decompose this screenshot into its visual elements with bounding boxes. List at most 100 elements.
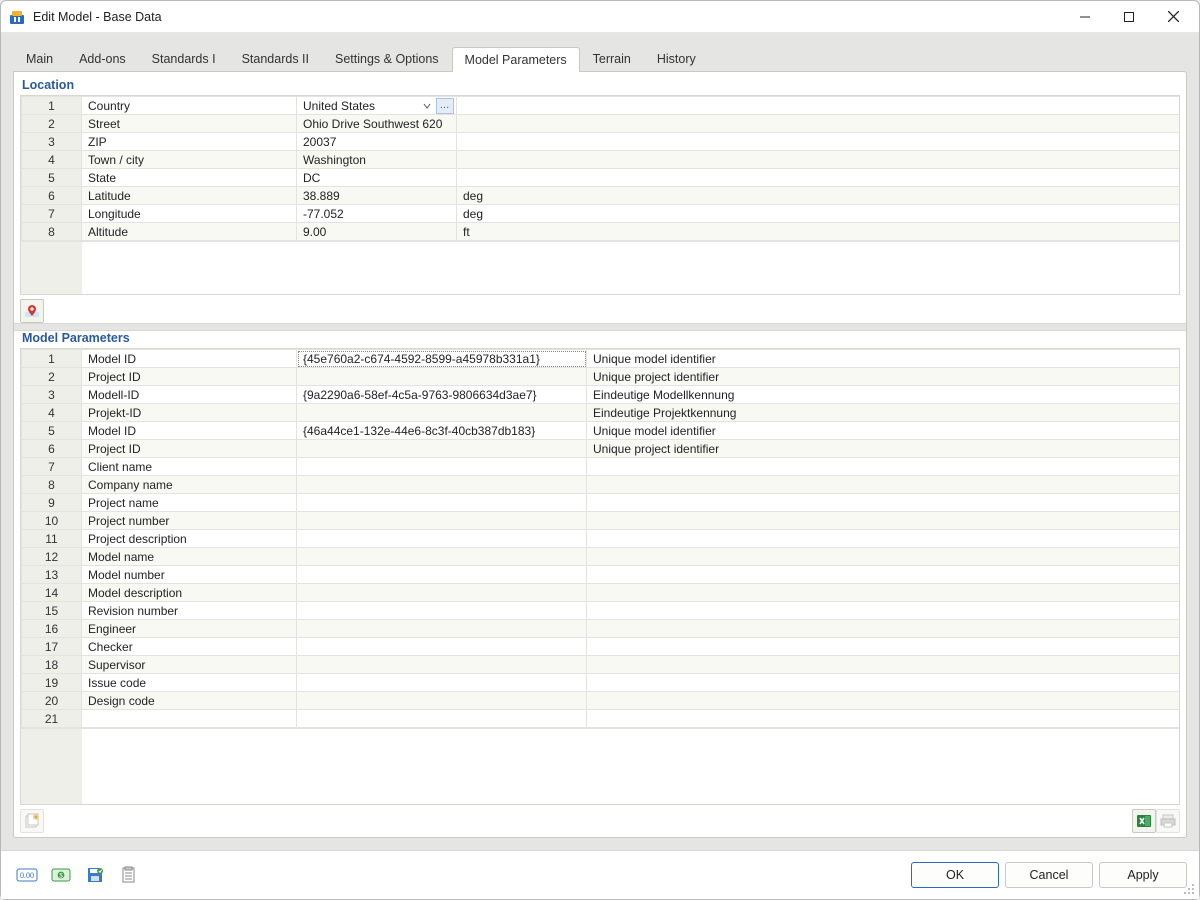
parameter-row[interactable]: 19Issue code bbox=[22, 674, 1180, 692]
parameter-row[interactable]: 14Model description bbox=[22, 584, 1180, 602]
print-button[interactable] bbox=[1156, 809, 1180, 833]
parameter-row[interactable]: 20Design code bbox=[22, 692, 1180, 710]
tab-standards-i[interactable]: Standards I bbox=[139, 46, 229, 71]
parameter-row[interactable]: 16Engineer bbox=[22, 620, 1180, 638]
parameter-value[interactable] bbox=[297, 638, 587, 656]
parameter-value[interactable] bbox=[297, 692, 587, 710]
horizontal-splitter[interactable] bbox=[14, 323, 1186, 331]
parameter-description bbox=[587, 476, 1180, 494]
location-grid[interactable]: 1CountryUnited States…2StreetOhio Drive … bbox=[21, 96, 1179, 241]
row-value[interactable]: -77.052 bbox=[297, 205, 457, 223]
location-row[interactable]: 1CountryUnited States… bbox=[22, 97, 1180, 115]
maximize-button[interactable] bbox=[1107, 2, 1151, 32]
row-unit: ft bbox=[457, 223, 1180, 241]
location-row[interactable]: 2StreetOhio Drive Southwest 620 bbox=[22, 115, 1180, 133]
parameter-row[interactable]: 3Modell-ID{9a2290a6-58ef-4c5a-9763-98066… bbox=[22, 386, 1180, 404]
parameter-row[interactable]: 4Projekt-IDEindeutige Projektkennung bbox=[22, 404, 1180, 422]
parameter-value[interactable] bbox=[297, 566, 587, 584]
parameter-description bbox=[587, 584, 1180, 602]
parameter-value[interactable] bbox=[297, 548, 587, 566]
location-row[interactable]: 8Altitude9.00ft bbox=[22, 223, 1180, 241]
tab-history[interactable]: History bbox=[644, 46, 709, 71]
location-row[interactable]: 3ZIP20037 bbox=[22, 133, 1180, 151]
parameter-value[interactable]: {9a2290a6-58ef-4c5a-9763-9806634d3ae7} bbox=[297, 386, 587, 404]
parameter-description bbox=[587, 602, 1180, 620]
parameter-value[interactable] bbox=[297, 584, 587, 602]
save-button[interactable] bbox=[81, 862, 109, 888]
parameter-value[interactable] bbox=[297, 710, 587, 728]
parameter-row[interactable]: 6Project IDUnique project identifier bbox=[22, 440, 1180, 458]
row-value[interactable]: United States… bbox=[297, 97, 457, 115]
parameter-row[interactable]: 5Model ID{46a44ce1-132e-44e6-8c3f-40cb38… bbox=[22, 422, 1180, 440]
row-number: 4 bbox=[22, 151, 82, 169]
new-parameter-button[interactable] bbox=[20, 809, 44, 833]
row-value[interactable]: DC bbox=[297, 169, 457, 187]
parameter-row[interactable]: 10Project number bbox=[22, 512, 1180, 530]
parameter-value[interactable] bbox=[297, 476, 587, 494]
parameter-row[interactable]: 17Checker bbox=[22, 638, 1180, 656]
row-number: 3 bbox=[22, 386, 82, 404]
parameter-name: Project description bbox=[82, 530, 297, 548]
row-number: 6 bbox=[22, 440, 82, 458]
parameter-value[interactable] bbox=[297, 494, 587, 512]
parameter-value[interactable] bbox=[297, 602, 587, 620]
tab-add-ons[interactable]: Add-ons bbox=[66, 46, 139, 71]
location-row[interactable]: 5StateDC bbox=[22, 169, 1180, 187]
country-more-button[interactable]: … bbox=[436, 98, 454, 114]
cancel-button[interactable]: Cancel bbox=[1005, 862, 1093, 888]
row-label: Longitude bbox=[82, 205, 297, 223]
parameter-row[interactable]: 12Model name bbox=[22, 548, 1180, 566]
row-value[interactable]: Ohio Drive Southwest 620 bbox=[297, 115, 457, 133]
row-value[interactable]: 20037 bbox=[297, 133, 457, 151]
map-pin-button[interactable] bbox=[20, 299, 44, 323]
parameter-row[interactable]: 8Company name bbox=[22, 476, 1180, 494]
parameter-value[interactable] bbox=[297, 674, 587, 692]
tab-settings-options[interactable]: Settings & Options bbox=[322, 46, 452, 71]
parameter-row[interactable]: 1Model ID{45e760a2-c674-4592-8599-a45978… bbox=[22, 350, 1180, 368]
export-excel-button[interactable] bbox=[1132, 809, 1156, 833]
parameter-row[interactable]: 18Supervisor bbox=[22, 656, 1180, 674]
parameter-row[interactable]: 2Project IDUnique project identifier bbox=[22, 368, 1180, 386]
parameter-description bbox=[587, 530, 1180, 548]
parameter-value[interactable]: {46a44ce1-132e-44e6-8c3f-40cb387db183} bbox=[297, 422, 587, 440]
parameter-value[interactable] bbox=[297, 404, 587, 422]
parameter-value[interactable]: {45e760a2-c674-4592-8599-a45978b331a1} bbox=[297, 350, 587, 368]
country-dropdown[interactable]: United States bbox=[303, 98, 434, 114]
row-value[interactable]: 9.00 bbox=[297, 223, 457, 241]
ok-button[interactable]: OK bbox=[911, 862, 999, 888]
location-row[interactable]: 4Town / cityWashington bbox=[22, 151, 1180, 169]
row-value[interactable]: 38.889 bbox=[297, 187, 457, 205]
parameter-description bbox=[587, 638, 1180, 656]
model-parameters-grid[interactable]: 1Model ID{45e760a2-c674-4592-8599-a45978… bbox=[21, 349, 1179, 728]
parameter-row[interactable]: 15Revision number bbox=[22, 602, 1180, 620]
parameter-row[interactable]: 11Project description bbox=[22, 530, 1180, 548]
parameter-row[interactable]: 7Client name bbox=[22, 458, 1180, 476]
parameter-row[interactable]: 21 bbox=[22, 710, 1180, 728]
location-row[interactable]: 6Latitude38.889deg bbox=[22, 187, 1180, 205]
resize-grip[interactable] bbox=[1183, 883, 1195, 895]
tab-terrain[interactable]: Terrain bbox=[580, 46, 644, 71]
parameter-name: Model ID bbox=[82, 422, 297, 440]
parameter-value[interactable] bbox=[297, 530, 587, 548]
tab-main[interactable]: Main bbox=[13, 46, 66, 71]
tab-standards-ii[interactable]: Standards II bbox=[229, 46, 322, 71]
row-value[interactable]: Washington bbox=[297, 151, 457, 169]
parameter-value[interactable] bbox=[297, 512, 587, 530]
apply-button[interactable]: Apply bbox=[1099, 862, 1187, 888]
tab-model-parameters[interactable]: Model Parameters bbox=[452, 47, 580, 72]
parameter-value[interactable] bbox=[297, 620, 587, 638]
parameter-row[interactable]: 9Project name bbox=[22, 494, 1180, 512]
parameter-description bbox=[587, 710, 1180, 728]
parameter-value[interactable] bbox=[297, 458, 587, 476]
parameter-value[interactable] bbox=[297, 440, 587, 458]
close-button[interactable] bbox=[1151, 2, 1195, 32]
parameter-value[interactable] bbox=[297, 368, 587, 386]
currency-button[interactable]: $ bbox=[47, 862, 75, 888]
location-row[interactable]: 7Longitude-77.052deg bbox=[22, 205, 1180, 223]
units-button[interactable]: 0.00 bbox=[13, 862, 41, 888]
parameter-row[interactable]: 13Model number bbox=[22, 566, 1180, 584]
minimize-button[interactable] bbox=[1063, 2, 1107, 32]
parameter-value[interactable] bbox=[297, 656, 587, 674]
clipboard-list-button[interactable] bbox=[115, 862, 143, 888]
row-number: 20 bbox=[22, 692, 82, 710]
